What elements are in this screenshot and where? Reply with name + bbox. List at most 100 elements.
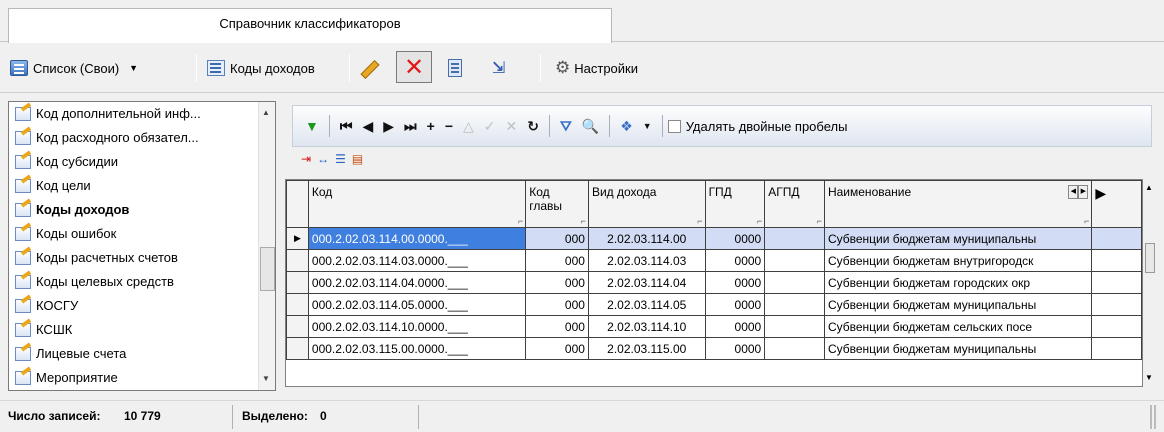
cancel-record-icon[interactable]: ✕ xyxy=(506,116,518,136)
cell-gpd[interactable]: 0000 xyxy=(704,337,766,360)
settings-button[interactable]: ⚙ Настройки xyxy=(555,53,638,83)
filter-icon[interactable]: ⌐ xyxy=(1084,216,1089,226)
classifier-list-item[interactable]: Код расходного обязател... xyxy=(9,126,275,150)
classifier-list-item[interactable]: Код дополнительной инф... xyxy=(9,102,275,126)
edit-record-icon[interactable]: △ xyxy=(463,116,474,136)
post-record-icon[interactable]: ✓ xyxy=(484,116,496,136)
scroll-down-icon[interactable]: ▼ xyxy=(262,374,270,383)
add-record-icon[interactable]: + xyxy=(427,116,435,136)
cell-agpd[interactable] xyxy=(764,249,825,272)
scrollbar-thumb[interactable] xyxy=(1145,243,1155,273)
column-header-more[interactable]: ▶ xyxy=(1091,180,1142,228)
resize-grip[interactable] xyxy=(1150,405,1158,429)
last-record-icon[interactable]: ⏭ xyxy=(404,116,417,136)
classifier-list-item[interactable]: Код цели xyxy=(9,174,275,198)
column-header-agpd[interactable]: АГПД ⌐ xyxy=(764,180,825,228)
cell-name[interactable]: Субвенции бюджетам муниципальны xyxy=(823,293,1093,316)
income-codes-button[interactable]: Коды доходов xyxy=(207,53,315,83)
filter-icon[interactable]: ⌐ xyxy=(697,216,702,226)
prev-record-icon[interactable]: ◀ xyxy=(362,116,373,136)
cell-chapter-code[interactable]: 000 xyxy=(525,293,589,316)
cell-gpd[interactable]: 0000 xyxy=(704,227,766,250)
cell-gpd[interactable]: 0000 xyxy=(704,249,766,272)
cell-agpd[interactable] xyxy=(764,337,825,360)
classifier-list-item[interactable]: Мероприятие xyxy=(9,366,275,390)
table-row[interactable]: ▶ 000.2.02.03.114.00.0000.___ 000 2.02.03.1… xyxy=(286,227,1142,250)
column-header-gpd[interactable]: ГПД ⌐ xyxy=(704,180,766,228)
chevron-down-icon[interactable]: ▼ xyxy=(643,116,652,136)
scroll-down-icon[interactable]: ▼ xyxy=(1145,373,1153,382)
table-row[interactable]: 000.2.02.03.114.10.0000.___ 000 2.02.03.11… xyxy=(286,315,1142,338)
cell-code[interactable]: 000.2.02.03.114.03.0000.___ xyxy=(307,249,527,272)
cell-name[interactable]: Субвенции бюджетам внутригородск xyxy=(823,249,1093,272)
column-header-code[interactable]: Код ⌐ xyxy=(307,180,527,228)
cell-code[interactable]: 000.2.02.03.114.05.0000.___ xyxy=(307,293,527,316)
cell-code[interactable]: 000.2.02.03.114.04.0000.___ xyxy=(307,271,527,294)
table-row[interactable]: 000.2.02.03.114.05.0000.___ 000 2.02.03.11… xyxy=(286,293,1142,316)
cell-agpd[interactable] xyxy=(764,315,825,338)
swap-icon[interactable]: ↔ xyxy=(317,152,329,166)
column-header-name[interactable]: Наименование ◀ ▶ ⌐ xyxy=(823,180,1093,228)
cell-gpd[interactable]: 0000 xyxy=(704,271,766,294)
tab-classifiers[interactable]: Справочник классификаторов xyxy=(8,8,612,43)
cell-agpd[interactable] xyxy=(764,271,825,294)
cell-code[interactable]: 000.2.02.03.114.10.0000.___ xyxy=(307,315,527,338)
cell-income-type[interactable]: 2.02.03.115.00 xyxy=(587,337,706,360)
cell-income-type[interactable]: 2.02.03.114.00 xyxy=(587,227,706,250)
filter-icon[interactable]: ⌐ xyxy=(581,216,586,226)
classifier-list-item[interactable]: Коды доходов xyxy=(9,198,275,222)
column-filter-icon[interactable]: ▤ xyxy=(352,152,363,166)
cell-chapter-code[interactable]: 000 xyxy=(525,227,589,250)
classifier-list-item[interactable]: Лицевые счета xyxy=(9,342,275,366)
import-icon[interactable]: ⇥ xyxy=(301,152,311,166)
cell-income-type[interactable]: 2.02.03.114.03 xyxy=(587,249,706,272)
binoculars-icon[interactable]: 🔍 xyxy=(582,116,599,136)
list-scrollbar[interactable]: ▲ ▼ xyxy=(258,102,275,390)
edit-button[interactable] xyxy=(358,53,378,83)
cell-chapter-code[interactable]: 000 xyxy=(525,271,589,294)
classifier-list-item[interactable]: КСШК xyxy=(9,318,275,342)
classifier-list-item[interactable]: Коды расчетных счетов xyxy=(9,246,275,270)
scroll-up-icon[interactable]: ▲ xyxy=(262,108,270,117)
cell-agpd[interactable] xyxy=(764,293,825,316)
cell-income-type[interactable]: 2.02.03.114.10 xyxy=(587,315,706,338)
filter-icon[interactable]: ⛛ xyxy=(560,116,572,136)
refresh-icon[interactable]: ↻ xyxy=(527,116,539,136)
table-row[interactable]: 000.2.02.03.115.00.0000.___ 000 2.02.03.11… xyxy=(286,337,1142,360)
checklist-icon[interactable]: ☰ xyxy=(335,152,346,166)
next-record-icon[interactable]: ▶ xyxy=(383,116,394,136)
column-header-chapter-code[interactable]: Код главы ⌐ xyxy=(525,180,589,228)
scrollbar-thumb[interactable] xyxy=(260,247,275,291)
cell-name[interactable]: Субвенции бюджетам сельских посе xyxy=(823,315,1093,338)
delete-record-icon[interactable]: − xyxy=(445,116,453,136)
list-dropdown-button[interactable]: Список (Свои) ▼ xyxy=(10,53,138,83)
first-record-icon[interactable]: ⏮ xyxy=(340,116,353,136)
cell-gpd[interactable]: 0000 xyxy=(704,315,766,338)
scroll-up-icon[interactable]: ▲ xyxy=(1145,183,1153,192)
cell-income-type[interactable]: 2.02.03.114.04 xyxy=(587,271,706,294)
funnel-green-icon[interactable]: ▼ xyxy=(305,116,319,136)
classifier-list-item[interactable]: Коды целевых средств xyxy=(9,270,275,294)
cell-code[interactable]: 000.2.02.03.114.00.0000.___ xyxy=(307,227,527,250)
cell-code[interactable]: 000.2.02.03.115.00.0000.___ xyxy=(307,337,527,360)
filter-icon[interactable]: ⌐ xyxy=(817,216,822,226)
cell-chapter-code[interactable]: 000 xyxy=(525,249,589,272)
classifier-list-item[interactable]: Код субсидии xyxy=(9,150,275,174)
grid-scrollbar[interactable]: ▲ ▼ xyxy=(1143,179,1155,387)
calculator-button[interactable] xyxy=(448,53,462,83)
filter-icon[interactable]: ⌐ xyxy=(518,216,523,226)
classifier-list-item[interactable]: КОСГУ xyxy=(9,294,275,318)
cell-chapter-code[interactable]: 000 xyxy=(525,315,589,338)
cell-name[interactable]: Субвенции бюджетам муниципальны xyxy=(823,337,1093,360)
cell-name[interactable]: Субвенции бюджетам муниципальны xyxy=(823,227,1093,250)
table-row[interactable]: 000.2.02.03.114.03.0000.___ 000 2.02.03.11… xyxy=(286,249,1142,272)
remove-double-spaces-checkbox[interactable] xyxy=(667,119,681,133)
check-button[interactable]: ⇲ xyxy=(492,53,505,83)
export-icon[interactable]: ❖ xyxy=(620,116,633,136)
cell-gpd[interactable]: 0000 xyxy=(704,293,766,316)
cell-agpd[interactable] xyxy=(764,227,825,250)
classifier-list-item[interactable]: Коды ошибок xyxy=(9,222,275,246)
table-row[interactable]: 000.2.02.03.114.04.0000.___ 000 2.02.03.11… xyxy=(286,271,1142,294)
column-header-income-type[interactable]: Вид дохода ⌐ xyxy=(587,180,706,228)
filter-icon[interactable]: ⌐ xyxy=(757,216,762,226)
